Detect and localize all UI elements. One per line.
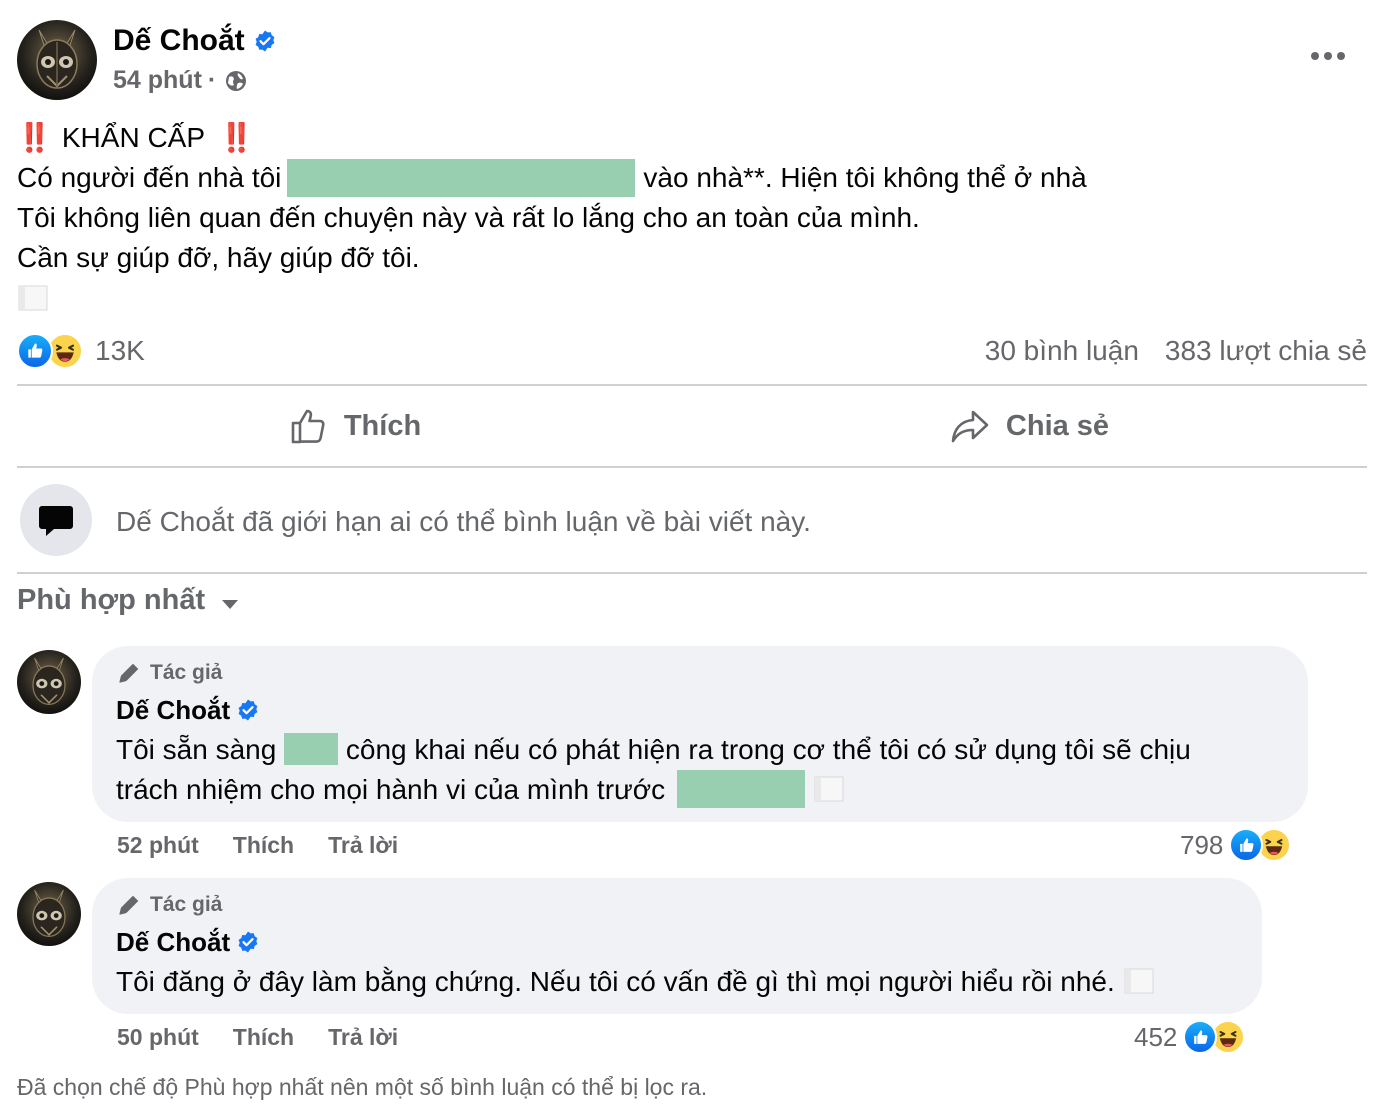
like-reaction-icon[interactable]: [17, 333, 53, 369]
comment-text-part: công khai nếu có phát hiện ra trong cơ t…: [345, 734, 1191, 765]
comment-reaction-summary[interactable]: 798: [1180, 828, 1292, 862]
comment-reply-button[interactable]: Trả lời: [328, 1024, 398, 1051]
author-tag-label: Tác giả: [150, 661, 223, 684]
post-line-3-text: Cần sự giúp đỡ, hãy giúp đỡ tôi.: [17, 242, 420, 273]
post-author-name[interactable]: Dế Choắt: [113, 24, 245, 58]
thumbs-up-icon: [291, 409, 325, 444]
post-author-avatar[interactable]: [17, 20, 97, 100]
comment-text: Tôi sẵn sàng công khai nếu có phát hiện …: [116, 730, 1284, 811]
redaction-block: [676, 769, 805, 808]
comment-reply-button[interactable]: Trả lời: [328, 832, 398, 859]
comment-author-row: Dế Choắt: [116, 694, 1284, 726]
comment-bubble: Tác giả Dế Choắt Tôi sẵn sàng công khai …: [92, 646, 1308, 822]
post-line-1-after: vào nhà**. Hiện tôi không thể ở nhà: [643, 162, 1087, 193]
engagement-counts: 30 bình luận 383 lượt chia sẻ: [985, 335, 1367, 367]
author-tag-label: Tác giả: [150, 893, 223, 916]
share-count-link[interactable]: 383 lượt chia sẻ: [1165, 335, 1367, 367]
comment-text: Tôi đăng ở đây làm bằng chứng. Nếu tôi c…: [116, 962, 1238, 1002]
verified-badge-icon: [238, 699, 258, 721]
pencil-icon: [119, 895, 139, 915]
divider: [17, 466, 1367, 468]
comment-text-part: Tôi sẵn sàng: [116, 734, 277, 765]
cricket-mask-icon: [32, 889, 66, 937]
post-heading-line: ‼️ KHẨN CẤP ‼️: [17, 118, 1367, 158]
comment-author-row: Dế Choắt: [116, 926, 1238, 958]
caret-down-icon: [222, 599, 239, 609]
like-reaction-icon: [1229, 828, 1264, 862]
double-exclamation-emoji: ‼️: [17, 122, 52, 153]
more-dot-icon: [1337, 52, 1345, 60]
double-exclamation-emoji: ‼️: [219, 122, 254, 153]
verified-badge-icon: [255, 30, 275, 52]
like-button[interactable]: Thích: [17, 386, 692, 466]
post-line-3: Cần sự giúp đỡ, hãy giúp đỡ tôi.: [17, 238, 1367, 278]
redaction-block: [284, 732, 339, 765]
comment-like-button[interactable]: Thích: [233, 1024, 294, 1051]
share-button[interactable]: Chia sẻ: [692, 386, 1367, 466]
comment-author-avatar[interactable]: [17, 650, 81, 714]
white-flag-icon: [814, 776, 844, 802]
comment-reaction-count: 452: [1134, 1021, 1178, 1052]
comment-bubble: Tác giả Dế Choắt Tôi đăng ở đây làm bằng…: [92, 878, 1262, 1014]
post-line-4: [17, 278, 1367, 318]
globe-icon[interactable]: [224, 69, 248, 93]
more-dot-icon: [1311, 52, 1319, 60]
author-tag: Tác giả: [116, 660, 1284, 686]
reaction-summary: 13K 30 bình luận 383 lượt chia sẻ: [17, 330, 1367, 372]
post-heading: KHẨN CẤP: [61, 122, 206, 153]
comment-actions: 50 phút Thích Trả lời: [117, 1024, 398, 1051]
post-time[interactable]: 54 phút: [113, 66, 202, 95]
cricket-mask-icon: [32, 657, 66, 705]
post-content: ‼️ KHẨN CẤP ‼️ Có người đến nhà tôi vào …: [17, 118, 1367, 318]
pencil-icon: [119, 663, 139, 683]
comment-text-part: trách nhiệm cho mọi hành vi của mình trư…: [116, 774, 666, 805]
meta-separator: ·: [207, 66, 217, 94]
comment-like-button[interactable]: Thích: [233, 832, 294, 859]
post-line-2: Tôi không liên quan đến chuyện này và rấ…: [17, 198, 1367, 238]
post-line-1-before: Có người đến nhà tôi: [17, 162, 282, 193]
cricket-mask-icon: [36, 29, 78, 89]
comment-author-name[interactable]: Dế Choắt: [116, 927, 230, 958]
comment-text-part: Tôi đăng ở đây làm bằng chứng. Nếu tôi c…: [116, 966, 1115, 997]
comment-reaction-summary[interactable]: 452: [1134, 1020, 1246, 1054]
comment-author-avatar[interactable]: [17, 882, 81, 946]
more-dot-icon: [1324, 52, 1332, 60]
comment-restriction-notice: Dế Choắt đã giới hạn ai có thể bình luận…: [116, 506, 811, 537]
comment-sort-dropdown[interactable]: Phù hợp nhất: [17, 584, 241, 617]
redaction-block: [287, 159, 636, 197]
post-action-bar: Thích Chia sẻ: [17, 386, 1367, 466]
share-button-label: Chia sẻ: [1005, 409, 1110, 442]
post-author-row: Dế Choắt: [113, 24, 277, 58]
author-tag: Tác giả: [116, 892, 1238, 918]
more-options-button[interactable]: [1306, 40, 1350, 72]
white-flag-icon: [18, 285, 48, 311]
verified-badge-icon: [238, 931, 258, 953]
like-reaction-icon: [1183, 1020, 1218, 1054]
share-arrow-icon: [951, 410, 989, 443]
comment-count-link[interactable]: 30 bình luận: [985, 335, 1139, 367]
reaction-count[interactable]: 13K: [95, 335, 145, 367]
comment-time[interactable]: 50 phút: [117, 1024, 199, 1051]
filter-notice: Đã chọn chế độ Phù hợp nhất nên một số b…: [17, 1074, 708, 1100]
speech-bubble-icon: [39, 506, 73, 536]
comment-time[interactable]: 52 phút: [117, 832, 199, 859]
comment-actions: 52 phút Thích Trả lời: [117, 832, 398, 859]
divider: [17, 572, 1367, 574]
white-flag-icon: [1124, 968, 1154, 994]
post-meta: 54 phút ·: [113, 66, 248, 95]
comment-author-name[interactable]: Dế Choắt: [116, 695, 230, 726]
post-line-2-text: Tôi không liên quan đến chuyện này và rấ…: [17, 202, 920, 233]
comment-restricted-badge: [20, 484, 92, 556]
like-button-label: Thích: [343, 409, 422, 442]
post-line-1: Có người đến nhà tôi vào nhà**. Hiện tôi…: [17, 158, 1367, 198]
comment-reaction-count: 798: [1180, 829, 1224, 860]
sort-label: Phù hợp nhất: [17, 584, 206, 616]
